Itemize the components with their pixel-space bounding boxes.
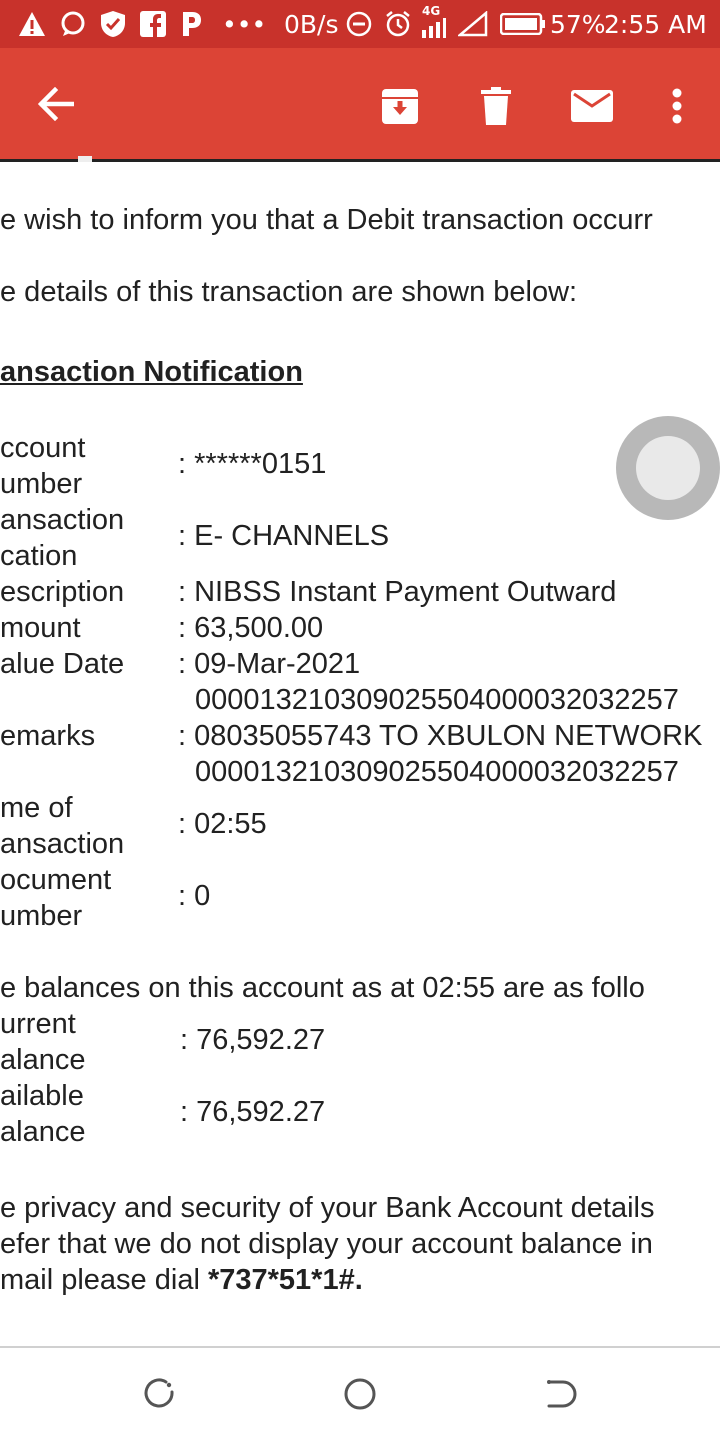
description-label: escription bbox=[0, 576, 125, 608]
p-app-icon bbox=[180, 0, 202, 48]
footer-line-3-text: mail please dial bbox=[0, 1264, 208, 1296]
archive-icon[interactable] bbox=[374, 80, 426, 132]
available-balance-value: : 76,592.27 bbox=[180, 1096, 326, 1128]
transaction-location-label-2: cation bbox=[0, 540, 78, 572]
network-speed: 0B/s bbox=[284, 9, 339, 39]
account-number-value: : ******0151 bbox=[178, 448, 327, 480]
remarks-reference-1: 000013210309025504000032032257 bbox=[195, 684, 679, 716]
account-number-label-2: umber bbox=[0, 468, 83, 500]
document-number-label-2: umber bbox=[0, 900, 83, 932]
home-circle-icon[interactable] bbox=[338, 1372, 382, 1416]
remarks-reference-2: 000013210309025504000032032257 bbox=[195, 756, 679, 788]
battery-icon bbox=[500, 0, 546, 48]
time-label-1: me of bbox=[0, 792, 73, 824]
arrow-left-icon[interactable] bbox=[30, 78, 82, 130]
email-body: e wish to inform you that a Debit transa… bbox=[0, 162, 720, 1346]
signal-icon: 4G bbox=[420, 0, 448, 48]
recents-icon[interactable] bbox=[138, 1372, 182, 1416]
battery-percent: 57% bbox=[550, 9, 606, 39]
account-number-label-1: ccount bbox=[0, 432, 86, 464]
more-notifications-icon: ••• bbox=[222, 9, 267, 39]
available-balance-label-1: ailable bbox=[0, 1080, 84, 1112]
balances-intro: e balances on this account as at 02:55 a… bbox=[0, 972, 645, 1004]
footer-line-1: e privacy and security of your Bank Acco… bbox=[0, 1192, 655, 1224]
alarm-icon bbox=[384, 0, 412, 48]
chat-icon bbox=[60, 0, 86, 48]
footer-line-2: efer that we do not display your account… bbox=[0, 1228, 653, 1260]
more-vert-icon[interactable] bbox=[660, 80, 694, 132]
current-balance-label-1: urrent bbox=[0, 1008, 76, 1040]
data-saver-icon bbox=[346, 0, 372, 48]
intro-text: e wish to inform you that a Debit transa… bbox=[0, 204, 653, 236]
document-number-value: : 0 bbox=[178, 880, 211, 912]
current-balance-label-2: alance bbox=[0, 1044, 86, 1076]
clock: 2:55 AM bbox=[604, 9, 707, 39]
shield-icon bbox=[100, 0, 126, 48]
time-value: : 02:55 bbox=[178, 808, 267, 840]
status-bar: ••• 0B/s 4G 57% 2:55 AM bbox=[0, 0, 720, 48]
description-value: : NIBSS Instant Payment Outward bbox=[178, 576, 617, 608]
value-date-label: alue Date bbox=[0, 648, 125, 680]
facebook-icon bbox=[140, 0, 166, 48]
footer-line-3: mail please dial *737*51*1#. bbox=[0, 1262, 363, 1298]
ussd-code[interactable]: *737*51*1#. bbox=[208, 1264, 363, 1296]
email-toolbar bbox=[0, 48, 720, 160]
time-label-2: ansaction bbox=[0, 828, 125, 860]
signal-empty-icon bbox=[458, 0, 488, 48]
alert-icon bbox=[18, 0, 46, 48]
transaction-location-label-1: ansaction bbox=[0, 504, 125, 536]
transaction-location-value: : E- CHANNELS bbox=[178, 520, 390, 552]
available-balance-label-2: alance bbox=[0, 1116, 86, 1148]
value-date-value: : 09-Mar-2021 bbox=[178, 648, 361, 680]
navigation-bar bbox=[0, 1346, 720, 1442]
document-number-label-1: ocument bbox=[0, 864, 112, 896]
mail-icon[interactable] bbox=[566, 80, 618, 132]
trash-icon[interactable] bbox=[470, 80, 522, 132]
remarks-value: : 08035055743 TO XBULON NETWORK bbox=[178, 720, 703, 752]
amount-label: mount bbox=[0, 612, 81, 644]
fast-scroll-handle[interactable] bbox=[616, 416, 720, 520]
remarks-label: emarks bbox=[0, 720, 96, 752]
notification-heading: ansaction Notification bbox=[0, 356, 303, 388]
fast-scroll-handle-inner bbox=[636, 436, 700, 500]
amount-value: : 63,500.00 bbox=[178, 612, 324, 644]
current-balance-value: : 76,592.27 bbox=[180, 1024, 326, 1056]
details-text: e details of this transaction are shown … bbox=[0, 276, 578, 308]
nav-back-icon[interactable] bbox=[538, 1372, 582, 1416]
network-type: 4G bbox=[422, 4, 441, 18]
